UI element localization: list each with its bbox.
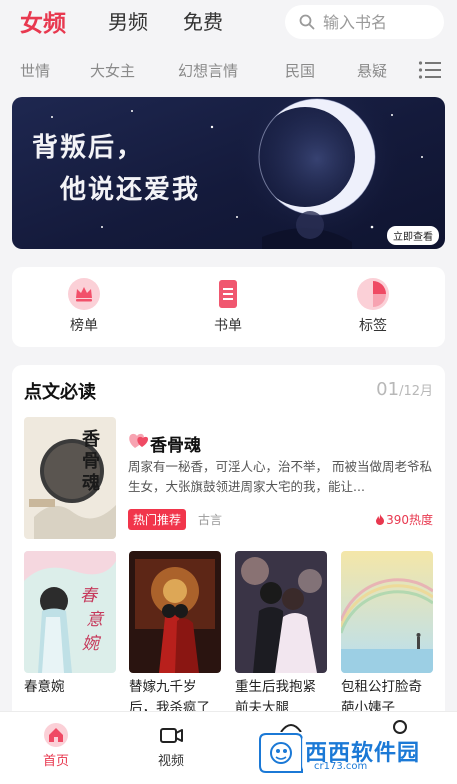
heart-icon xyxy=(129,433,149,448)
fire-icon xyxy=(376,514,385,525)
book-cover xyxy=(341,551,433,673)
category-bar: 世情 大女主 幻想言情 民国 悬疑 xyxy=(0,52,457,86)
must-read-section: 点文必读 01/12月 香 骨 魂 香骨魂 周家有一秘香，可淫人心，治不举， 而… xyxy=(12,365,445,725)
category-item[interactable]: 悬疑 xyxy=(357,60,387,81)
banner-title-line1: 背叛后， xyxy=(32,133,145,163)
hot-recommend-badge: 热门推荐 xyxy=(128,509,187,530)
top-nav: 女频 男频 免费 xyxy=(0,0,457,46)
category-item[interactable]: 世情 xyxy=(20,60,50,81)
svg-text:春: 春 xyxy=(80,586,99,606)
tag-icon xyxy=(357,278,389,310)
menu-icon[interactable] xyxy=(418,60,442,80)
banner-title-line2: 他说还爱我 xyxy=(60,175,201,205)
watermark-subtext: cr173.com xyxy=(314,761,368,772)
quick-link-ranking[interactable]: 榜单 xyxy=(44,277,124,335)
quick-link-label: 书单 xyxy=(214,318,242,334)
book-item[interactable]: 春 意 婉 春意婉 xyxy=(24,551,116,698)
svg-text:骨: 骨 xyxy=(82,451,100,472)
featured-book-title[interactable]: 香骨魂 xyxy=(150,431,201,456)
quick-link-label: 榜单 xyxy=(70,318,98,334)
heat-value: 390热度 xyxy=(386,513,433,527)
quick-link-booklist[interactable]: 书单 xyxy=(188,277,268,335)
promo-banner[interactable]: 背叛后， 他说还爱我 立即查看 xyxy=(12,97,445,249)
date-month: /12月 xyxy=(399,384,433,399)
svg-text:意: 意 xyxy=(86,610,105,630)
book-item[interactable]: 重生后我抱紧前夫大腿 xyxy=(235,551,327,719)
book-item[interactable]: 包租公打脸奇葩小姨子 xyxy=(341,551,433,719)
date-day: 01 xyxy=(376,379,400,400)
category-item[interactable]: 民国 xyxy=(285,60,315,81)
book-title: 春意婉 xyxy=(24,679,65,695)
home-icon xyxy=(44,723,68,747)
view-now-button[interactable]: 立即查看 xyxy=(387,226,439,245)
quick-link-tags[interactable]: 标签 xyxy=(333,277,413,335)
section-title: 点文必读 xyxy=(24,382,96,403)
tab-male[interactable]: 男频 xyxy=(108,6,148,35)
heat-count: 390热度 xyxy=(376,511,433,528)
quick-link-label: 标签 xyxy=(359,318,387,334)
svg-text:魂: 魂 xyxy=(82,472,100,494)
nav-video[interactable]: 视频 xyxy=(141,722,201,769)
nav-label: 首页 xyxy=(42,754,69,769)
crown-icon xyxy=(68,278,100,310)
svg-text:香: 香 xyxy=(81,429,101,450)
featured-cover-image: 香 骨 魂 xyxy=(24,417,116,539)
section-date: 01/12月 xyxy=(376,379,433,400)
search-bar[interactable] xyxy=(285,5,444,39)
nav-home[interactable]: 首页 xyxy=(26,722,86,769)
tab-female[interactable]: 女频 xyxy=(20,4,66,38)
featured-book-desc: 周家有一秘香，可淫人心，治不举， 而被当做周老爷私生女，大张旗鼓领进周家大宅的我… xyxy=(128,459,432,494)
featured-book-cover[interactable]: 香 骨 魂 xyxy=(24,417,116,539)
booklist-icon xyxy=(219,280,237,308)
tab-free[interactable]: 免费 xyxy=(183,6,223,35)
category-item[interactable]: 大女主 xyxy=(90,60,135,81)
book-cover: 春 意 婉 xyxy=(24,551,116,673)
book-item[interactable]: 替嫁九千岁后，我杀疯了 xyxy=(129,551,221,719)
book-cover xyxy=(235,551,327,673)
category-item[interactable]: 幻想言情 xyxy=(178,60,238,81)
search-input[interactable] xyxy=(323,5,438,39)
book-category: 古言 xyxy=(198,513,223,527)
nav-label: 视频 xyxy=(157,754,184,769)
search-icon xyxy=(299,14,315,30)
video-icon xyxy=(160,728,183,743)
quick-links: 榜单 书单 标签 xyxy=(12,267,445,347)
book-cover xyxy=(129,551,221,673)
